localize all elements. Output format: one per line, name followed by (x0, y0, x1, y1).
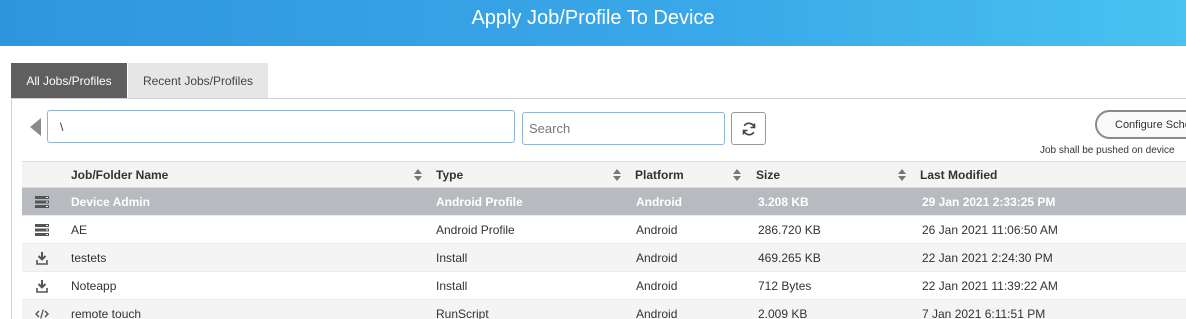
panel-divider (11, 98, 1186, 99)
tab-all-jobs-profiles[interactable]: All Jobs/Profiles (11, 63, 127, 98)
profile-icon (35, 195, 49, 209)
job-size: 712 Bytes (758, 279, 812, 293)
job-size: 3.208 KB (758, 195, 809, 209)
job-last-modified: 22 Jan 2021 2:24:30 PM (922, 251, 1053, 265)
search-input[interactable] (522, 112, 725, 145)
job-type: Install (436, 251, 468, 265)
job-platform: Android (636, 307, 678, 319)
back-arrow-icon[interactable] (30, 118, 41, 136)
column-header-name[interactable]: Job/Folder Name (71, 162, 168, 189)
install-icon (35, 251, 49, 265)
dialog-header: Apply Job/Profile To Device (0, 0, 1186, 46)
push-note: Job shall be pushed on device (1040, 145, 1175, 156)
job-last-modified: 29 Jan 2021 2:33:25 PM (922, 195, 1056, 209)
column-header-platform[interactable]: Platform (635, 162, 684, 189)
column-header-size[interactable]: Size (756, 162, 780, 189)
sort-icon[interactable] (898, 169, 906, 182)
job-size: 2.009 KB (758, 307, 808, 319)
code-icon (35, 307, 49, 319)
job-type: Install (436, 279, 468, 293)
job-size: 286.720 KB (758, 223, 821, 237)
job-platform: Android (636, 195, 682, 209)
job-size: 469.265 KB (758, 251, 821, 265)
job-type: RunScript (436, 307, 489, 319)
job-last-modified: 26 Jan 2021 11:06:50 AM (922, 223, 1058, 237)
column-header-last-modified[interactable]: Last Modified (920, 162, 997, 189)
job-name: testets (71, 251, 107, 265)
configure-schedule-button[interactable]: Configure Schedule (1095, 110, 1186, 139)
tab-bar: All Jobs/Profiles Recent Jobs/Profiles (11, 63, 268, 98)
job-platform: Android (636, 251, 678, 265)
job-platform: Android (636, 223, 678, 237)
job-name: remote touch (71, 307, 142, 319)
panel-left-border (11, 98, 12, 319)
job-name: AE (71, 223, 88, 237)
table-header: Job/Folder Name Type Platform Size Last … (22, 161, 1186, 188)
job-last-modified: 22 Jan 2021 11:39:22 AM (922, 279, 1058, 293)
sort-icon[interactable] (613, 169, 621, 182)
job-platform: Android (636, 279, 678, 293)
table-row[interactable]: Noteapp Install Android 712 Bytes 22 Jan… (22, 272, 1186, 300)
dialog-title: Apply Job/Profile To Device (471, 6, 715, 29)
refresh-icon (742, 122, 755, 135)
table-row[interactable]: AE Android Profile Android 286.720 KB 26… (22, 216, 1186, 244)
configure-schedule-label: Configure Schedule (1115, 118, 1186, 131)
job-name: Device Admin (71, 195, 150, 209)
job-name: Noteapp (71, 279, 117, 293)
job-type: Android Profile (436, 195, 523, 209)
profile-icon (35, 223, 49, 237)
table-row[interactable]: testets Install Android 469.265 KB 22 Ja… (22, 244, 1186, 272)
sort-icon[interactable] (733, 169, 741, 182)
column-header-type[interactable]: Type (436, 162, 463, 189)
refresh-button[interactable] (731, 112, 766, 145)
install-icon (35, 279, 49, 293)
table-row[interactable]: Device Admin Android Profile Android 3.2… (22, 188, 1186, 216)
table-row[interactable]: remote touch RunScript Android 2.009 KB … (22, 300, 1186, 319)
job-type: Android Profile (436, 223, 515, 237)
jobs-table: Job/Folder Name Type Platform Size Last … (22, 161, 1186, 319)
tab-recent-jobs-profiles[interactable]: Recent Jobs/Profiles (128, 63, 268, 98)
job-last-modified: 7 Jan 2021 6:11:51 PM (922, 307, 1046, 319)
folder-path-input[interactable] (47, 110, 515, 143)
sort-icon[interactable] (414, 169, 422, 182)
